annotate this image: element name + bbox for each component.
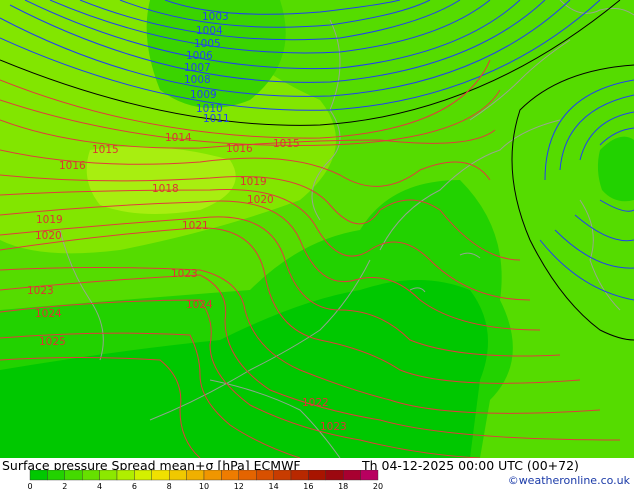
isobar-label: 1021 — [182, 220, 209, 232]
isobar-label: 1020 — [247, 194, 274, 206]
colorbar-swatch — [99, 470, 118, 481]
colorbar-tick-label: 2 — [62, 482, 67, 490]
isobar-label: 1016 — [59, 160, 86, 172]
isobar-label: 1019 — [240, 176, 267, 188]
colorbar-ticks: 0 2 4 6 8 10 12 14 16 18 20 — [27, 482, 383, 490]
copyright-text: ©weatheronline.co.uk — [507, 474, 630, 487]
map-canvas: 1003 1004 1005 1006 1007 1008 1009 1010 … — [0, 0, 634, 459]
isobar-label: 1022 — [302, 397, 329, 409]
weather-map: 1003 1004 1005 1006 1007 1008 1009 1010 … — [0, 0, 634, 459]
isobar-label: 1004 — [196, 25, 223, 37]
colorbar-swatch — [134, 470, 152, 481]
colorbar-swatch — [151, 470, 170, 481]
colorbar-swatch — [221, 470, 239, 481]
colorbar-tick-label: 0 — [27, 482, 32, 490]
colorbar-swatch — [64, 470, 83, 481]
isobar-label: 1007 — [184, 62, 211, 74]
colorbar-tick-label: 14 — [269, 482, 279, 490]
colorbar-swatch — [308, 470, 326, 481]
colorbar-tick-label: 12 — [234, 482, 244, 490]
isobar-label: 1016 — [226, 143, 253, 155]
isobar-label: 1009 — [190, 89, 217, 101]
colorbar-swatch — [325, 470, 344, 481]
isobar-label: 1024 — [186, 299, 213, 311]
isobar-label: 1008 — [184, 74, 211, 86]
isobar-label: 1011 — [203, 113, 230, 125]
isobar-label: 1003 — [202, 11, 229, 23]
colorbar-swatches — [29, 470, 379, 481]
isobar-label: 1006 — [186, 50, 213, 62]
isobar-label: 1023 — [27, 285, 54, 297]
isobar-label: 1015 — [273, 138, 300, 150]
colorbar-swatch — [47, 470, 66, 481]
colorbar-swatch — [168, 470, 187, 481]
colorbar-tick-label: 4 — [97, 482, 102, 490]
colorbar-swatch — [116, 470, 135, 481]
isobar-label: 1024 — [35, 308, 62, 320]
colorbar-swatch — [29, 470, 48, 481]
isobar-label: 1025 — [39, 336, 66, 348]
colorbar-tick-label: 20 — [373, 482, 383, 490]
isobar-label: 1015 — [92, 144, 119, 156]
isobar-label: 1023 — [171, 268, 198, 280]
colorbar-swatch — [256, 470, 274, 481]
isobar-label: 1023 — [320, 421, 347, 433]
colorbar-swatch — [273, 470, 292, 481]
colorbar-swatch — [290, 470, 309, 481]
colorbar-tick-label: 18 — [338, 482, 348, 490]
colorbar-swatch — [203, 470, 222, 481]
colorbar-tick-label: 16 — [303, 482, 313, 490]
colorbar-swatch — [238, 470, 257, 481]
colorbar-tick-label: 6 — [132, 482, 137, 490]
isobar-label: 1005 — [194, 38, 221, 50]
footer: Surface pressure Spread mean+σ [hPa] ECM… — [0, 458, 634, 490]
isobar-label: 1018 — [152, 183, 179, 195]
isobar-label: 1014 — [165, 132, 192, 144]
colorbar-swatch — [360, 470, 379, 481]
colorbar-swatch — [343, 470, 361, 481]
colorbar-swatch — [186, 470, 205, 481]
isobar-label: 1020 — [35, 230, 62, 242]
colorbar: 0 2 4 6 8 10 12 14 16 18 20 — [27, 470, 383, 490]
colorbar-tick-label: 8 — [167, 482, 172, 490]
colorbar-tick-label: 10 — [199, 482, 209, 490]
isobar-label: 1019 — [36, 214, 63, 226]
colorbar-swatch — [81, 470, 100, 481]
